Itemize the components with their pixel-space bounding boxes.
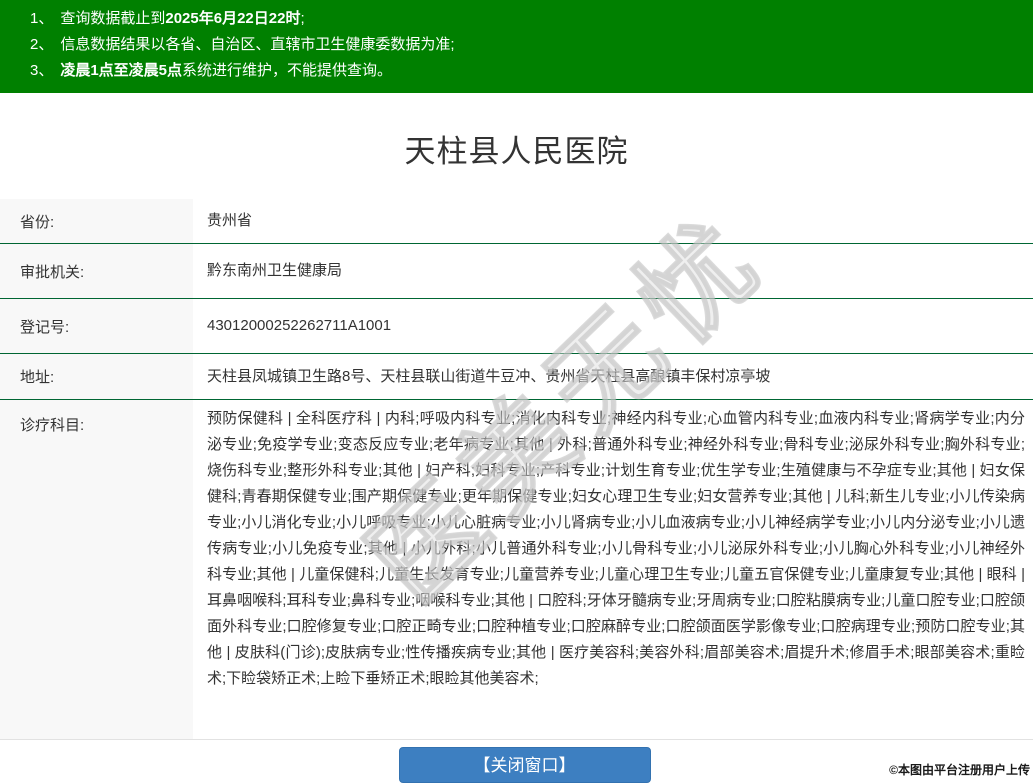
notice-text: 查询数据截止到 <box>60 10 166 27</box>
notice-text-bold: 凌晨1点至凌晨5点 <box>60 62 183 79</box>
field-value-approval-authority: 黔东南州卫生健康局 <box>207 262 343 279</box>
field-value-province: 贵州省 <box>207 212 253 229</box>
notice-number: 3、 <box>30 62 54 79</box>
notice-line-3: 3、 凌晨1点至凌晨5点系统进行维护，不能提供查询。 <box>30 58 1013 84</box>
field-label-medical-departments: 诊疗科目: <box>0 400 193 739</box>
hospital-info-table: 省份: 贵州省 审批机关: 黔东南州卫生健康局 登记号: 43012000252… <box>0 199 1033 740</box>
notice-text: 信息数据结果以各省、自治区、直辖市卫生健康委数据为准; <box>60 36 455 53</box>
field-value-address: 天柱县凤城镇卫生路8号、天柱县联山街道牛豆冲、贵州省天柱县高酿镇丰保村凉亭坡 <box>207 367 771 385</box>
info-row-address: 地址: 天柱县凤城镇卫生路8号、天柱县联山街道牛豆冲、贵州省天柱县高酿镇丰保村凉… <box>0 354 1033 400</box>
notice-text: 系统进行维护，不能提供查询。 <box>182 62 393 79</box>
field-label-province: 省份: <box>0 199 193 243</box>
field-label-approval-authority: 审批机关: <box>0 244 193 298</box>
close-window-button[interactable]: 【关闭窗口】 <box>398 747 651 783</box>
hospital-title: 天柱县人民医院 <box>404 134 629 169</box>
field-value-registration-number: 43012000252262711A1001 <box>207 317 392 334</box>
notice-number: 2、 <box>30 36 54 53</box>
notice-number: 1、 <box>30 10 54 27</box>
notice-line-2: 2、 信息数据结果以各省、自治区、直辖市卫生健康委数据为准; <box>30 32 1013 58</box>
field-value-medical-departments: 预防保健科 | 全科医疗科 | 内科;呼吸内科专业;消化内科专业;神经内科专业;… <box>207 410 1025 687</box>
notice-text-bold: 2025年6月22日22时 <box>165 10 301 27</box>
notice-banner: 1、 查询数据截止到2025年6月22日22时; 2、 信息数据结果以各省、自治区、… <box>0 0 1033 93</box>
info-row-province: 省份: 贵州省 <box>0 199 1033 244</box>
field-label-registration-number: 登记号: <box>0 299 193 353</box>
footer-bar: 【关闭窗口】 ©本图由平台注册用户上传 <box>0 740 1033 783</box>
notice-line-1: 1、 查询数据截止到2025年6月22日22时; <box>30 6 1013 32</box>
info-row-medical-departments: 诊疗科目: 预防保健科 | 全科医疗科 | 内科;呼吸内科专业;消化内科专业;神… <box>0 400 1033 740</box>
notice-text: ; <box>300 10 305 27</box>
info-row-approval-authority: 审批机关: 黔东南州卫生健康局 <box>0 244 1033 299</box>
info-row-registration-number: 登记号: 43012000252262711A1001 <box>0 299 1033 354</box>
field-label-address: 地址: <box>0 354 193 399</box>
